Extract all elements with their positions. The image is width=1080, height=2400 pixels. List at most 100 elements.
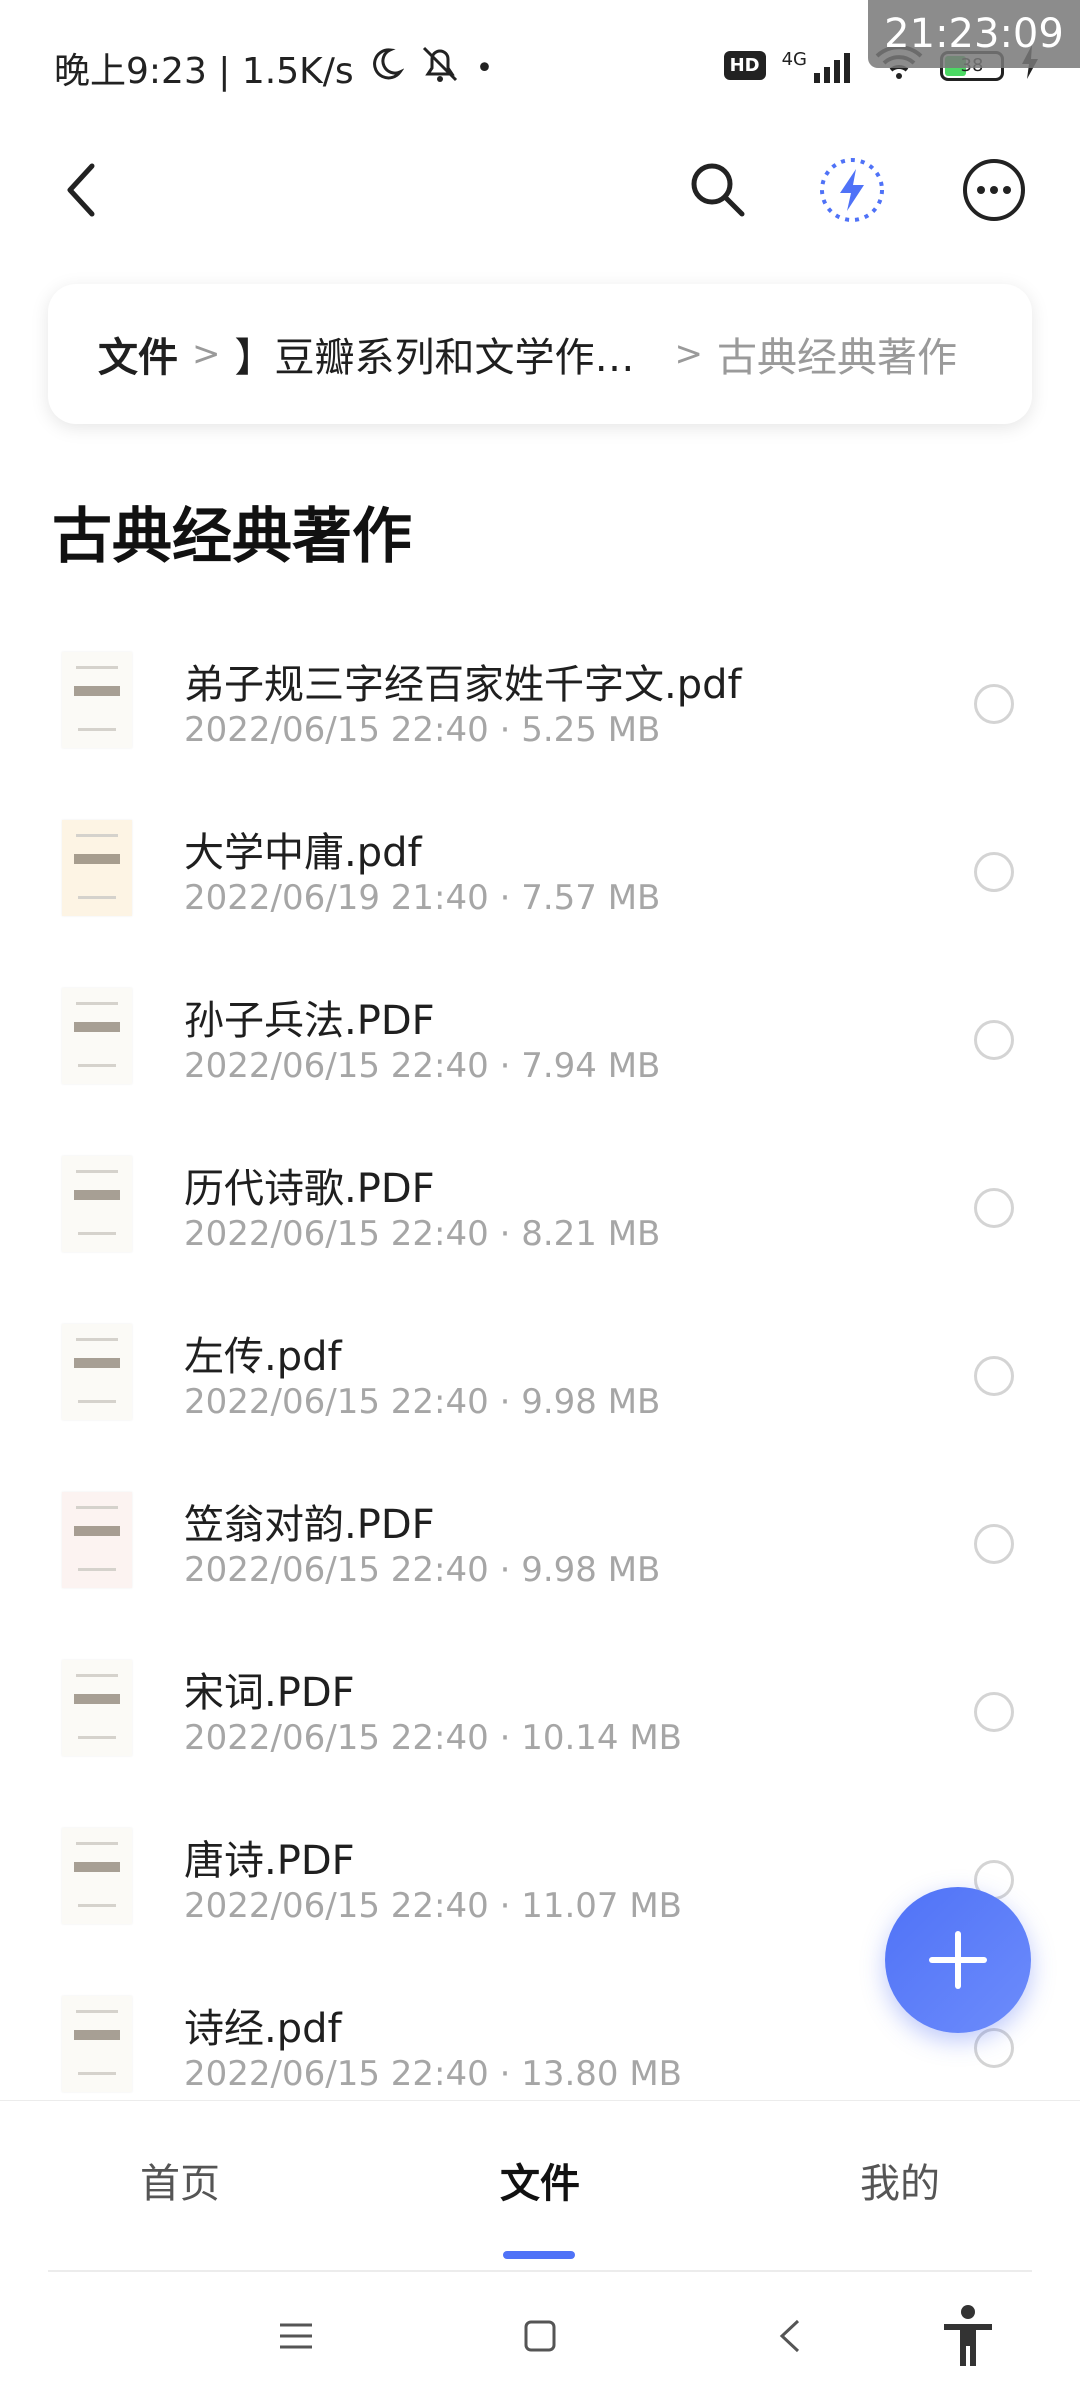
tab-mine[interactable]: 我的 [860, 2151, 940, 2209]
dot-indicator-icon: • [475, 50, 494, 86]
status-left: 晚上9:23 | 1.5K/s • [54, 42, 493, 94]
select-checkbox[interactable] [974, 1692, 1014, 1732]
file-date: 2022/06/15 22:40 [184, 1550, 489, 1590]
quick-transfer-button[interactable] [814, 152, 890, 228]
moon-icon [368, 46, 405, 91]
file-name: 左传.pdf [184, 1334, 342, 1380]
more-options-button[interactable] [956, 152, 1032, 228]
file-meta: 2022/06/15 22:40 · 11.07 MB [184, 1886, 682, 1926]
page-title: 古典经典著作 [52, 502, 412, 572]
breadcrumb: 文件 > 】豆瓣系列和文学作… > 古典经典著作 [48, 284, 1032, 424]
plus-icon [929, 1931, 987, 1989]
status-time-network: 晚上9:23 | 1.5K/s [54, 51, 354, 92]
file-name: 笠翁对韵.PDF [184, 1502, 435, 1548]
meta-separator: · [499, 1718, 511, 1758]
signal-icon: 4G [782, 49, 858, 83]
file-date: 2022/06/15 22:40 [184, 1214, 489, 1254]
file-date: 2022/06/15 22:40 [184, 2054, 489, 2094]
select-checkbox[interactable] [974, 684, 1014, 724]
file-size: 5.25 MB [521, 710, 661, 750]
file-size: 7.57 MB [521, 878, 661, 918]
select-checkbox[interactable] [974, 1188, 1014, 1228]
file-name: 历代诗歌.PDF [184, 1166, 435, 1212]
file-meta: 2022/06/15 22:40 · 10.14 MB [184, 1718, 682, 1758]
file-name: 大学中庸.pdf [184, 830, 422, 876]
tab-files[interactable]: 文件 [500, 2151, 580, 2209]
app-bar [0, 130, 1080, 250]
file-row[interactable]: 笠翁对韵.PDF 2022/06/15 22:40 · 9.98 MB [0, 1460, 1080, 1628]
meta-separator: · [499, 1886, 511, 1926]
file-name: 弟子规三字经百家姓千字文.pdf [184, 662, 742, 708]
system-back-button[interactable] [766, 2312, 814, 2360]
breadcrumb-parent[interactable]: 】豆瓣系列和文学作… [235, 325, 635, 383]
file-row[interactable]: 宋词.PDF 2022/06/15 22:40 · 10.14 MB [0, 1628, 1080, 1796]
bell-muted-icon [418, 44, 462, 93]
meta-separator: · [499, 878, 511, 918]
file-meta: 2022/06/15 22:40 · 13.80 MB [184, 2054, 682, 2094]
file-meta: 2022/06/15 22:40 · 9.98 MB [184, 1382, 660, 1422]
meta-separator: · [499, 1214, 511, 1254]
file-size: 7.94 MB [521, 1046, 661, 1086]
search-button[interactable] [680, 152, 756, 228]
menu-icon [280, 2323, 312, 2349]
file-size: 8.21 MB [521, 1214, 661, 1254]
back-arrow-icon [67, 163, 95, 217]
meta-separator: · [499, 2054, 511, 2094]
file-date: 2022/06/15 22:40 [184, 710, 489, 750]
pdf-thumbnail [62, 1828, 132, 1924]
file-meta: 2022/06/15 22:40 · 9.98 MB [184, 1550, 660, 1590]
breadcrumb-current: 古典经典著作 [717, 335, 957, 381]
chevron-right-icon: > [674, 334, 704, 374]
tab-home[interactable]: 首页 [140, 2151, 220, 2209]
bottom-nav: 首页 文件 我的 [0, 2100, 1080, 2271]
file-row[interactable]: 大学中庸.pdf 2022/06/19 21:40 · 7.57 MB [0, 788, 1080, 956]
file-meta: 2022/06/15 22:40 · 7.94 MB [184, 1046, 660, 1086]
select-checkbox[interactable] [974, 2028, 1014, 2068]
pdf-thumbnail [62, 988, 132, 1084]
accessibility-button[interactable] [936, 2300, 1000, 2372]
lightning-icon [820, 158, 884, 222]
file-row[interactable]: 左传.pdf 2022/06/15 22:40 · 9.98 MB [0, 1292, 1080, 1460]
search-icon [691, 163, 745, 217]
pdf-thumbnail [62, 652, 132, 748]
chevron-right-icon: > [192, 334, 221, 374]
pdf-thumbnail [62, 820, 132, 916]
select-checkbox[interactable] [974, 1020, 1014, 1060]
file-meta: 2022/06/19 21:40 · 7.57 MB [184, 878, 660, 918]
file-date: 2022/06/15 22:40 [184, 1718, 489, 1758]
file-row[interactable]: 孙子兵法.PDF 2022/06/15 22:40 · 7.94 MB [0, 956, 1080, 1124]
file-row[interactable]: 弟子规三字经百家姓千字文.pdf 2022/06/15 22:40 · 5.25… [0, 620, 1080, 788]
file-size: 9.98 MB [521, 1550, 661, 1590]
file-size: 13.80 MB [521, 2054, 683, 2094]
back-triangle-icon [779, 2319, 800, 2353]
pdf-thumbnail [62, 1996, 132, 2092]
file-name: 诗经.pdf [184, 2006, 342, 2052]
meta-separator: · [499, 1046, 511, 1086]
file-size: 9.98 MB [521, 1382, 661, 1422]
file-name: 孙子兵法.PDF [184, 998, 435, 1044]
meta-separator: · [499, 1382, 511, 1422]
select-checkbox[interactable] [974, 852, 1014, 892]
overlay-clock: 21:23:09 [868, 0, 1080, 68]
file-size: 10.14 MB [521, 1718, 683, 1758]
pdf-thumbnail [62, 1492, 132, 1588]
select-checkbox[interactable] [974, 1356, 1014, 1396]
menu-button[interactable] [272, 2312, 320, 2360]
status-bar: 晚上9:23 | 1.5K/s • HD 4G 38 21:23:09 [0, 0, 1080, 130]
back-button[interactable] [50, 158, 114, 222]
network-type-label: 4G [781, 48, 807, 70]
add-button[interactable] [885, 1887, 1031, 2033]
select-checkbox[interactable] [974, 1524, 1014, 1564]
file-date: 2022/06/15 22:40 [184, 1382, 489, 1422]
accessibility-icon [944, 2305, 992, 2366]
meta-separator: · [499, 1550, 511, 1590]
breadcrumb-root[interactable]: 文件 [98, 325, 178, 383]
file-row[interactable]: 历代诗歌.PDF 2022/06/15 22:40 · 8.21 MB [0, 1124, 1080, 1292]
pdf-thumbnail [62, 1324, 132, 1420]
system-nav-bar [0, 2272, 1080, 2400]
file-date: 2022/06/15 22:40 [184, 1046, 489, 1086]
file-name: 唐诗.PDF [184, 1838, 355, 1884]
more-icon [963, 159, 1025, 221]
home-button[interactable] [516, 2312, 564, 2360]
active-tab-indicator [503, 2251, 575, 2259]
